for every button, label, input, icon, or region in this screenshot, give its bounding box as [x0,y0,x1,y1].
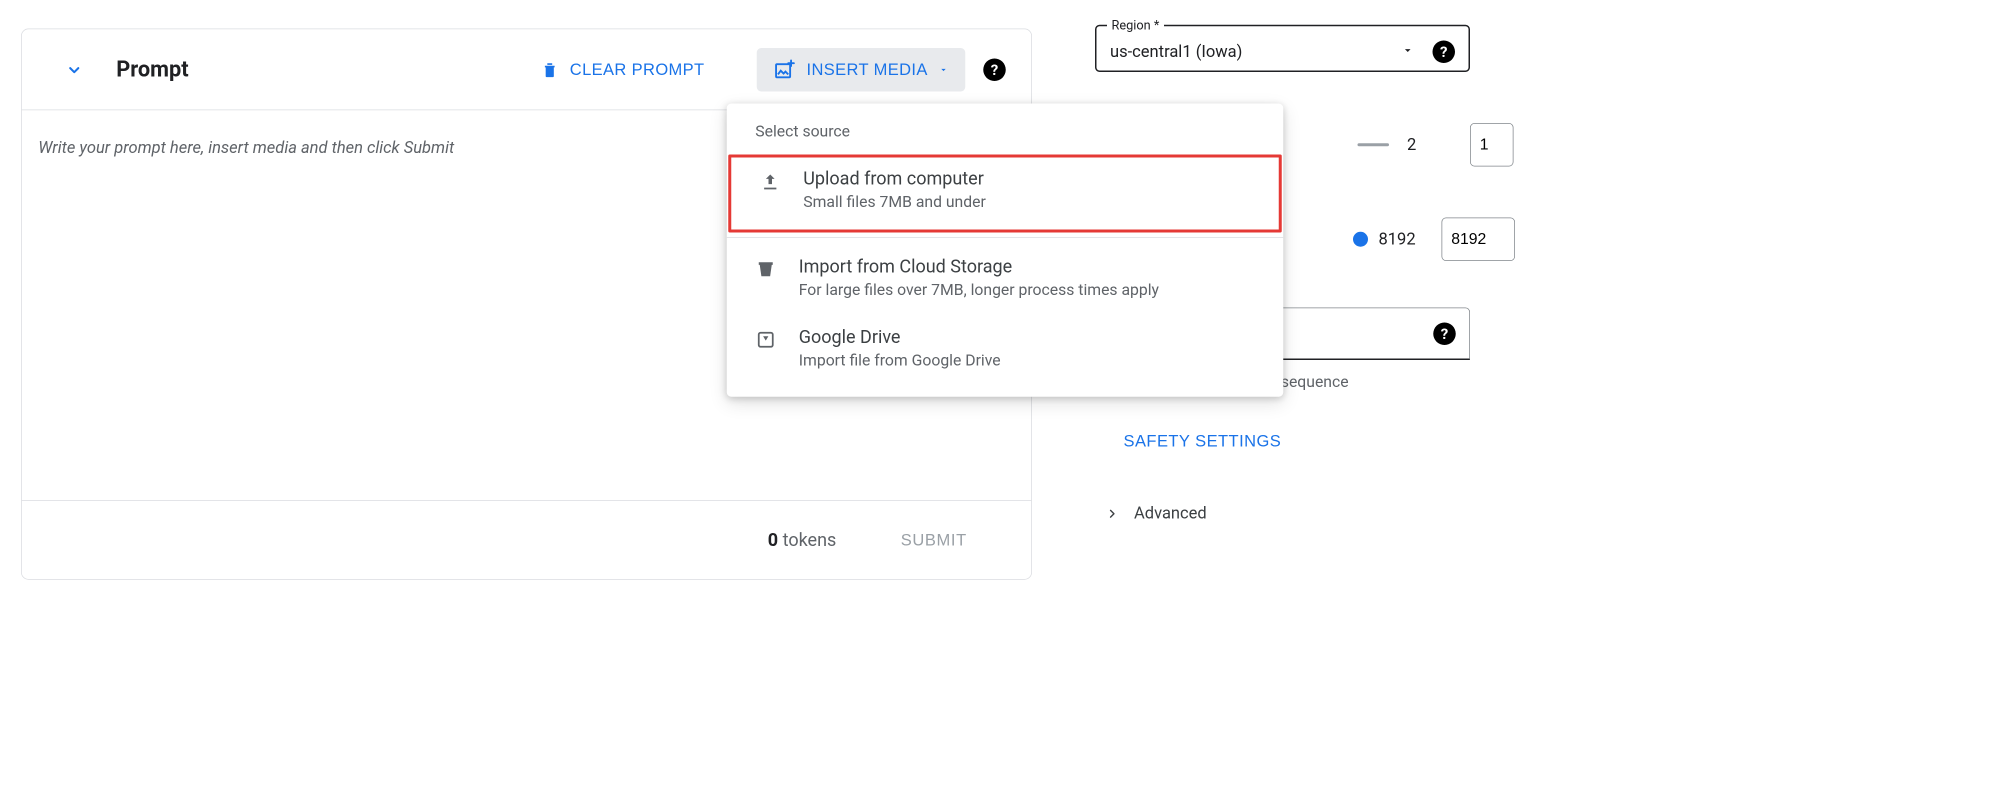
chevron-down-icon [65,60,85,80]
help-icon: ? [991,60,998,78]
advanced-toggle[interactable]: Advanced [1106,504,1516,523]
dropdown-caret-icon [938,64,949,75]
region-select[interactable]: us-central1 (Iowa) [1110,42,1401,61]
stop-seq-hint: ch sequence [1260,374,1515,392]
region-help-button[interactable]: ? [1433,41,1456,64]
menu-title: Select source [727,123,1284,155]
upload-icon [760,171,781,192]
chevron-right-icon [1106,507,1120,521]
param1-display: 2 [1407,135,1452,154]
prompt-placeholder: Write your prompt here, insert media and… [38,139,454,158]
clear-prompt-button[interactable]: CLEAR PROMPT [523,49,721,90]
param2-display: 8192 [1379,230,1424,249]
google-drive-icon [755,329,776,350]
bucket-icon [755,259,776,280]
region-field: Region * us-central1 (Iowa) ? [1095,18,1515,72]
menu-item-label: Upload from computer [803,168,986,189]
slider-thumb[interactable] [1353,232,1368,247]
safety-settings-button[interactable]: SAFETY SETTINGS [1119,431,1286,452]
advanced-label: Advanced [1134,504,1207,523]
stop-seq-help-button[interactable]: ? [1433,322,1456,345]
submit-button[interactable]: SUBMIT [896,530,971,551]
menu-item-desc: For large files over 7MB, longer process… [799,281,1159,299]
menu-item-label: Google Drive [799,326,1001,347]
menu-item-desc: Small files 7MB and under [803,194,986,212]
token-count: 0 tokens [768,530,837,551]
insert-media-label: INSERT MEDIA [806,60,927,80]
param2-slider[interactable] [1358,238,1361,241]
token-word: tokens [783,530,837,551]
insert-media-icon [773,58,796,81]
prompt-footer: 0 tokens SUBMIT [22,500,1032,579]
prompt-header: Prompt CLEAR PROMPT INSERT MEDIA ? [22,29,1032,110]
param1-input[interactable] [1470,123,1514,167]
token-number: 0 [768,530,778,551]
menu-item-cloud-storage[interactable]: Import from Cloud Storage For large file… [727,242,1284,313]
param1-slider[interactable] [1358,143,1390,146]
insert-media-menu: Select source Upload from computer Small… [727,104,1284,397]
prompt-help-button[interactable]: ? [983,58,1006,81]
insert-media-button[interactable]: INSERT MEDIA [757,48,965,92]
menu-item-desc: Import file from Google Drive [799,352,1001,370]
menu-divider [727,237,1284,238]
help-icon: ? [1441,324,1448,342]
prompt-title: Prompt [116,57,188,83]
trash-icon [540,60,560,80]
param2-input[interactable] [1442,218,1516,262]
clear-prompt-label: CLEAR PROMPT [570,60,705,80]
help-icon: ? [1440,43,1447,61]
region-dropdown-toggle[interactable] [1401,44,1415,61]
region-legend: Region * [1107,18,1164,33]
menu-item-upload-computer[interactable]: Upload from computer Small files 7MB and… [728,155,1282,233]
menu-item-label: Import from Cloud Storage [799,256,1159,277]
menu-item-google-drive[interactable]: Google Drive Import file from Google Dri… [727,313,1284,384]
collapse-toggle[interactable] [62,57,86,81]
dropdown-caret-icon [1401,44,1415,58]
